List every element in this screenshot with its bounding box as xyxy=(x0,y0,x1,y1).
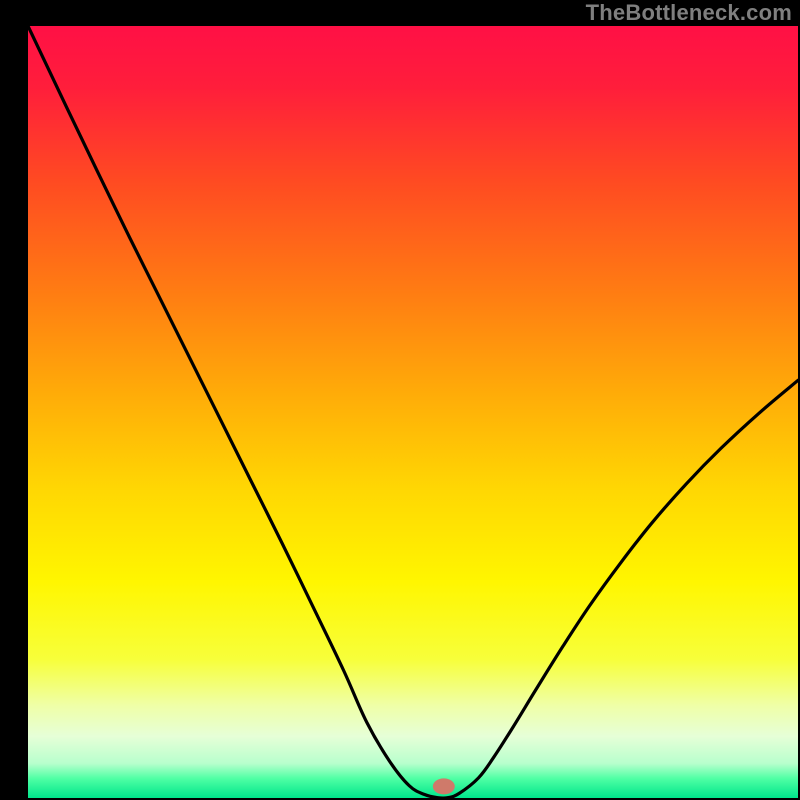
bottleneck-chart xyxy=(0,0,800,800)
optimum-marker xyxy=(433,778,455,794)
chart-frame: TheBottleneck.com xyxy=(0,0,800,800)
plot-background xyxy=(28,26,798,798)
